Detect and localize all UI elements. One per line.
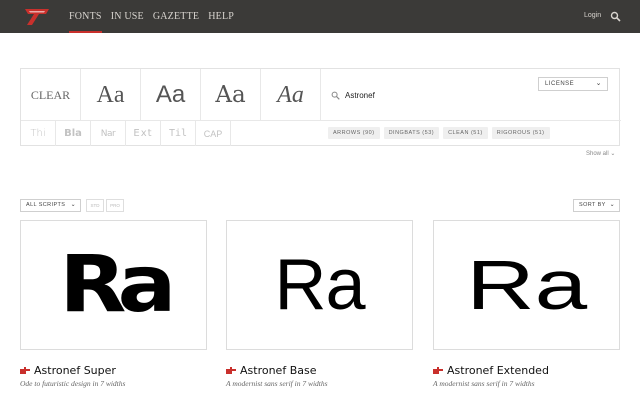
tag-arrows[interactable]: ARROWS (90): [328, 127, 380, 139]
style-filter-row: CLEAR Aa Aa Aa Aa LICENSE ⌄: [21, 69, 621, 121]
format-pro-button[interactable]: PRO: [106, 199, 124, 212]
font-card[interactable]: Ra Astronef Super Ode to futuristic desi…: [20, 220, 207, 388]
card-title-row: Astronef Super: [20, 363, 207, 377]
font-card[interactable]: Ra Astronef Base A modernist sans serif …: [226, 220, 413, 388]
search-field-icon: [331, 91, 340, 100]
category-thin-option[interactable]: Thi: [21, 121, 56, 146]
license-dropdown[interactable]: LICENSE ⌄: [538, 77, 608, 91]
pointing-hand-icon: [433, 367, 443, 374]
category-titling-option[interactable]: Til: [161, 121, 196, 146]
sort-dropdown[interactable]: SORT BY ⌄: [573, 199, 620, 212]
font-preview[interactable]: Ra: [433, 220, 620, 350]
category-black-option[interactable]: Bla: [56, 121, 91, 146]
font-name[interactable]: Astronef Base: [240, 364, 316, 377]
category-caps-option[interactable]: CAP: [196, 121, 231, 146]
tag-clean[interactable]: CLEAN (51): [443, 127, 488, 139]
style-slab-option[interactable]: Aa: [201, 69, 261, 121]
tag-rigorous[interactable]: RIGOROUS (51): [491, 127, 550, 139]
main-nav: FONTS IN USE GAZETTE HELP: [69, 0, 243, 33]
chevron-down-icon: ⌄: [595, 80, 602, 87]
nav-item-gazette[interactable]: GAZETTE: [153, 0, 199, 33]
font-name[interactable]: Astronef Super: [34, 364, 116, 377]
category-narrow-option[interactable]: Nar: [91, 121, 126, 146]
font-description: A modernist sans serif in 7 widths: [433, 379, 535, 388]
font-preview[interactable]: Ra: [226, 220, 413, 350]
preview-text: Ra: [466, 246, 587, 324]
scripts-dropdown[interactable]: ALL SCRIPTS ⌄: [20, 199, 81, 212]
preview-text: Ra: [59, 240, 176, 330]
category-filter-row: Thi Bla Nar Ext Til CAP ARROWS (90) DING…: [21, 121, 621, 146]
category-extended-option[interactable]: Ext: [126, 121, 161, 146]
nav-item-help[interactable]: HELP: [208, 0, 234, 33]
show-all-link[interactable]: Show all ⌄: [586, 150, 615, 157]
license-label: LICENSE: [545, 81, 575, 87]
search-input[interactable]: [345, 90, 505, 100]
tag-dingbats[interactable]: DINGBATS (53): [383, 127, 440, 139]
style-sans-option[interactable]: Aa: [141, 69, 201, 121]
font-card[interactable]: Ra Astronef Extended A modernist sans se…: [433, 220, 620, 388]
style-serif-option[interactable]: Aa: [81, 69, 141, 121]
login-link[interactable]: Login: [584, 12, 601, 19]
clear-filter-button[interactable]: CLEAR: [21, 69, 81, 121]
card-title-row: Astronef Extended: [433, 363, 620, 377]
nav-item-fonts[interactable]: FONTS: [69, 0, 102, 33]
font-description: A modernist sans serif in 7 widths: [226, 379, 328, 388]
font-preview[interactable]: Ra: [20, 220, 207, 350]
top-navigation-bar: FONTS IN USE GAZETTE HELP Login: [0, 0, 640, 33]
font-name[interactable]: Astronef Extended: [447, 364, 549, 377]
scripts-label: ALL SCRIPTS: [26, 202, 66, 208]
font-description: Ode to futuristic design in 7 widths: [20, 379, 126, 388]
pointing-hand-icon: [226, 367, 236, 374]
search-icon[interactable]: [610, 11, 621, 22]
chevron-down-icon: ⌄: [70, 202, 76, 208]
show-all-label: Show all: [586, 151, 609, 157]
filter-panel: CLEAR Aa Aa Aa Aa LICENSE ⌄ Thi Bla Nar …: [20, 68, 621, 146]
foundry-logo-icon[interactable]: [22, 6, 52, 26]
nav-item-in-use[interactable]: IN USE: [111, 0, 144, 33]
chevron-down-icon: ⌄: [610, 151, 616, 157]
pointing-hand-icon: [20, 367, 30, 374]
preview-text: Ra: [274, 245, 365, 325]
tag-list: ARROWS (90) DINGBATS (53) CLEAN (51) RIG…: [328, 127, 554, 139]
card-title-row: Astronef Base: [226, 363, 413, 377]
sort-label: SORT BY: [579, 202, 606, 208]
format-std-button[interactable]: STD: [86, 199, 104, 212]
style-script-option[interactable]: Aa: [261, 69, 321, 121]
font-search: [331, 87, 511, 103]
chevron-down-icon: ⌄: [609, 202, 615, 208]
